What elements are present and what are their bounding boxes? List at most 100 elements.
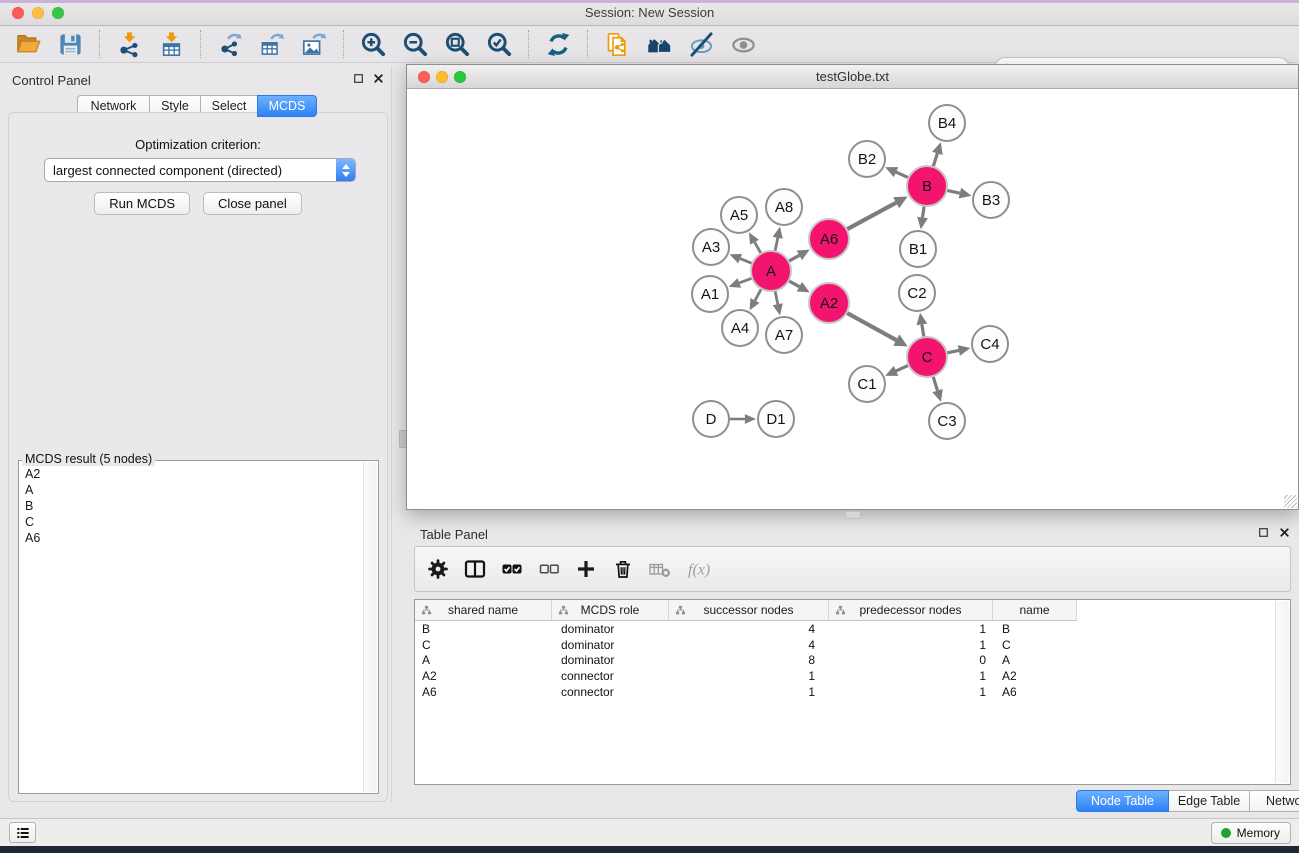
column-header-predecessor-nodes[interactable]: predecessor nodes	[829, 600, 993, 621]
task-history-button[interactable]	[9, 822, 36, 843]
table-row[interactable]: Cdominator41C	[415, 637, 1290, 653]
table-cell[interactable]: A	[415, 653, 552, 667]
table-cell[interactable]: connector	[552, 669, 669, 683]
import-table-button[interactable]	[156, 29, 186, 59]
table-cell[interactable]: A	[993, 653, 1077, 667]
table-cell[interactable]: dominator	[552, 638, 669, 652]
tab-mcds[interactable]: MCDS	[257, 95, 317, 117]
table-settings-button[interactable]	[425, 556, 451, 582]
table-cell[interactable]: 1	[829, 638, 993, 652]
table-cell[interactable]: B	[993, 622, 1077, 636]
export-network-button[interactable]	[215, 29, 245, 59]
create-column-button[interactable]	[573, 556, 599, 582]
graph-edge-A-A5[interactable]	[755, 242, 762, 253]
table-panel-close-button[interactable]	[1278, 526, 1291, 539]
table-cell[interactable]: C	[993, 638, 1077, 652]
control-panel-close-button[interactable]	[372, 72, 385, 85]
mcds-result-item[interactable]: B	[20, 498, 363, 514]
hide-selected-button[interactable]	[686, 29, 716, 59]
graph-edge-A-A6[interactable]	[789, 255, 800, 261]
open-file-button[interactable]	[13, 29, 43, 59]
table-cell[interactable]: 1	[829, 669, 993, 683]
table-cell[interactable]: 0	[829, 653, 993, 667]
refresh-button[interactable]	[543, 29, 573, 59]
save-session-button[interactable]	[55, 29, 85, 59]
table-cell[interactable]: dominator	[552, 622, 669, 636]
export-table-button[interactable]	[257, 29, 287, 59]
column-header-shared-name[interactable]: shared name	[415, 600, 552, 621]
table-cell[interactable]: 4	[669, 638, 829, 652]
delete-columns-button[interactable]	[610, 556, 636, 582]
table-cell[interactable]: 1	[669, 669, 829, 683]
tab-network-table[interactable]: Network Table	[1249, 790, 1299, 812]
mcds-result-item[interactable]: C	[20, 514, 363, 530]
mcds-result-item[interactable]: A	[20, 482, 363, 498]
zoom-in-button[interactable]	[358, 29, 388, 59]
new-network-button[interactable]	[602, 29, 632, 59]
graph-edge-C-C1[interactable]	[896, 365, 909, 371]
deselect-all-rows-button[interactable]	[536, 556, 562, 582]
table-row[interactable]: A2connector11A2	[415, 668, 1290, 684]
tab-node-table[interactable]: Node Table	[1076, 790, 1169, 812]
table-cell[interactable]: 1	[669, 685, 829, 699]
graph-edge-C-C2[interactable]	[922, 325, 924, 338]
graph-edge-A2-C[interactable]	[847, 313, 897, 340]
graph-edge-A6-B[interactable]	[847, 203, 897, 230]
zoom-out-button[interactable]	[400, 29, 430, 59]
graph-edge-arrowhead	[773, 227, 783, 239]
graph-edge-C-C4[interactable]	[947, 350, 959, 353]
table-cell[interactable]: A6	[993, 685, 1077, 699]
table-cell[interactable]: C	[415, 638, 552, 652]
tab-edge-table[interactable]: Edge Table	[1168, 790, 1250, 812]
optimization-criterion-select[interactable]: largest connected component (directed)	[44, 158, 356, 182]
table-panel-float-button[interactable]	[1257, 526, 1270, 539]
graph-edge-B-B3[interactable]	[947, 190, 960, 193]
column-header-MCDS-role[interactable]: MCDS role	[552, 600, 669, 621]
table-cell[interactable]: A2	[415, 669, 552, 683]
table-cell[interactable]: 1	[829, 622, 993, 636]
graph-edge-B-B1[interactable]	[923, 206, 925, 218]
zoom-fit-button[interactable]	[442, 29, 472, 59]
import-network-button[interactable]	[114, 29, 144, 59]
run-mcds-button[interactable]: Run MCDS	[94, 192, 190, 215]
graph-edge-A-A1[interactable]	[739, 278, 752, 283]
graph-edge-A-A8[interactable]	[775, 238, 778, 252]
graph-edge-C-C3[interactable]	[933, 376, 938, 391]
column-header-name[interactable]: name	[993, 600, 1077, 621]
close-panel-button[interactable]: Close panel	[203, 192, 302, 215]
table-row[interactable]: Adominator80A	[415, 653, 1290, 669]
graph-edge-A-A2[interactable]	[789, 281, 800, 287]
table-cell[interactable]: 4	[669, 622, 829, 636]
table-cell[interactable]: connector	[552, 685, 669, 699]
graph-edge-A-A7[interactable]	[775, 291, 778, 305]
select-all-rows-button[interactable]	[499, 556, 525, 582]
table-cell[interactable]: 1	[829, 685, 993, 699]
memory-button[interactable]: Memory	[1211, 822, 1291, 844]
table-panel-divider-grip[interactable]	[845, 511, 861, 519]
graph-edge-A-A4[interactable]	[755, 289, 761, 301]
function-builder-button[interactable]	[684, 556, 720, 582]
table-cell[interactable]: B	[415, 622, 552, 636]
graph-edge-B-B2[interactable]	[896, 172, 909, 178]
graph-edge-A-A3[interactable]	[740, 259, 752, 264]
zoom-selected-button[interactable]	[484, 29, 514, 59]
table-row[interactable]: Bdominator41B	[415, 621, 1290, 637]
delete-table-button[interactable]	[647, 556, 673, 582]
control-panel-float-button[interactable]	[352, 72, 365, 85]
node-table-scrollbar[interactable]	[1275, 601, 1289, 783]
table-cell[interactable]: 8	[669, 653, 829, 667]
graph-edge-B-B4[interactable]	[933, 153, 937, 167]
table-cell[interactable]: A6	[415, 685, 552, 699]
window-resize-grip[interactable]	[1284, 495, 1297, 508]
mcds-result-item[interactable]: A6	[20, 530, 363, 546]
column-header-successor-nodes[interactable]: successor nodes	[669, 600, 829, 621]
neighbors-button[interactable]	[644, 29, 674, 59]
export-image-button[interactable]	[299, 29, 329, 59]
table-cell[interactable]: A2	[993, 669, 1077, 683]
mcds-result-item[interactable]: A2	[20, 466, 363, 482]
split-panel-button[interactable]	[462, 556, 488, 582]
mcds-result-scrollbar[interactable]	[363, 462, 377, 792]
table-cell[interactable]: dominator	[552, 653, 669, 667]
show-all-button[interactable]	[728, 29, 758, 59]
table-row[interactable]: A6connector11A6	[415, 684, 1290, 700]
